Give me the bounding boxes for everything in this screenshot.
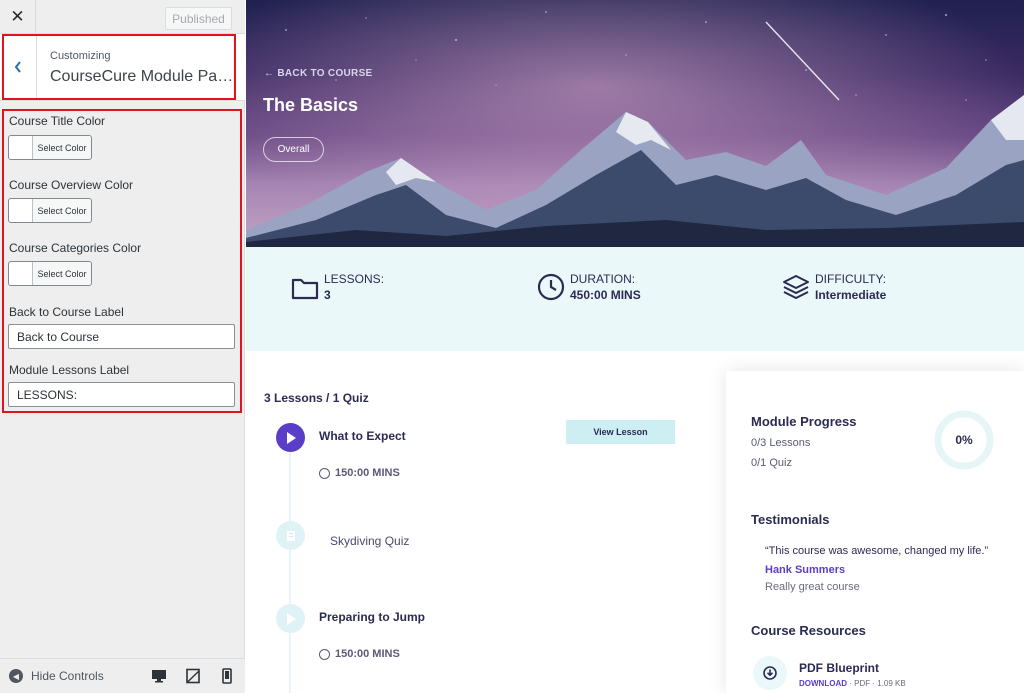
download-icon[interactable] [753, 656, 787, 690]
clock-icon [319, 648, 330, 660]
back-to-course-link[interactable]: ← BACK TO COURSE [264, 68, 373, 79]
module-lessons-label-title: Module Lessons Label [9, 363, 130, 377]
lessons-count: 3 Lessons / 1 Quiz [264, 391, 369, 405]
lesson-play-button[interactable] [276, 604, 305, 633]
tablet-preview-icon[interactable] [185, 668, 201, 684]
stat-duration: DURATION: 450:00 MINS [536, 272, 641, 304]
testimonials-heading: Testimonials [751, 512, 830, 527]
resource-name[interactable]: PDF Blueprint [799, 661, 879, 675]
close-icon: ✕ [10, 7, 25, 26]
resource-file-info: · PDF · 1.09 KB [847, 679, 906, 688]
module-title: The Basics [263, 95, 359, 115]
back-to-course-label-title: Back to Course Label [9, 305, 124, 319]
layers-icon [783, 275, 809, 300]
lesson-duration-value: 150:00 MINS [335, 467, 400, 479]
course-categories-color-picker[interactable]: Select Color [8, 261, 92, 286]
site-preview: ← BACK TO COURSE The Basics Overall LESS… [246, 0, 1024, 693]
published-button[interactable]: Published [165, 7, 232, 30]
quiz-button[interactable] [276, 521, 305, 550]
course-overview-color-label: Course Overview Color [9, 178, 134, 192]
stat-lessons: LESSONS: 3 [290, 272, 384, 304]
section-header: Customizing CourseCure Module Page Setti… [0, 34, 245, 101]
lesson-duration: 150:00 MINS [319, 648, 400, 660]
close-customizer-button[interactable]: ✕ [0, 0, 36, 34]
download-arrow-icon [763, 666, 777, 680]
back-to-course-label-input[interactable] [8, 324, 235, 349]
timeline-line [289, 440, 291, 693]
course-categories-color-label: Course Categories Color [9, 241, 142, 255]
testimonial-role: Really great course [765, 581, 860, 593]
lessons-progress: 0/3 Lessons [751, 437, 811, 449]
resources-heading: Course Resources [751, 623, 866, 638]
progress-percent: 0% [955, 433, 973, 447]
back-to-panels-button[interactable] [0, 34, 37, 100]
lesson-title[interactable]: Preparing to Jump [319, 610, 425, 624]
stat-difficulty-value: Intermediate [815, 288, 887, 302]
quiz-title[interactable]: Skydiving Quiz [330, 534, 409, 548]
testimonial-quote: “This course was awesome, changed my lif… [765, 545, 989, 557]
hide-controls-button[interactable]: ◀ Hide Controls [9, 669, 104, 683]
module-lessons-label-input[interactable] [8, 382, 235, 407]
clock-icon [537, 273, 565, 301]
desktop-preview-icon[interactable] [151, 668, 167, 684]
chevron-left-icon [14, 61, 21, 73]
mountain-night-sky-image [246, 0, 1024, 247]
stat-lessons-value: 3 [324, 288, 331, 302]
color-swatch [9, 136, 33, 159]
clock-icon [319, 467, 330, 479]
folder-icon [291, 278, 319, 300]
module-hero: ← BACK TO COURSE The Basics Overall [246, 0, 1024, 247]
stat-duration-value: 450:00 MINS [570, 288, 641, 302]
resource-download-link[interactable]: DOWNLOAD [799, 679, 847, 688]
quiz-progress: 0/1 Quiz [751, 457, 792, 469]
course-overview-color-picker[interactable]: Select Color [8, 198, 92, 223]
select-color-label: Select Color [33, 136, 91, 159]
select-color-label: Select Color [33, 262, 91, 285]
view-lesson-button[interactable]: View Lesson [566, 420, 675, 444]
customizing-label: Customizing [50, 50, 111, 62]
stat-lessons-label: LESSONS: [324, 272, 385, 286]
customizer-sidebar: ✕ Published Customizing CourseCure Modul… [0, 0, 245, 693]
customizer-footer: ◀ Hide Controls [0, 658, 245, 693]
overall-tab[interactable]: Overall [263, 137, 324, 162]
section-title: CourseCure Module Page Settings [50, 68, 234, 85]
course-title-color-picker[interactable]: Select Color [8, 135, 92, 160]
lesson-play-button[interactable] [276, 423, 305, 452]
resource-meta: DOWNLOAD · PDF · 1.09 KB [799, 679, 906, 688]
color-swatch [9, 199, 33, 222]
play-icon [286, 612, 296, 625]
module-progress-card: Module Progress 0/3 Lessons 0/1 Quiz 0% … [726, 371, 1024, 693]
collapse-icon: ◀ [9, 669, 23, 683]
lesson-title[interactable]: What to Expect [319, 429, 406, 443]
play-icon [286, 431, 296, 444]
module-stats: LESSONS: 3 DURATION: 450:00 MINS DIFFICU… [246, 247, 1024, 351]
lesson-duration: 150:00 MINS [319, 467, 400, 479]
hide-controls-label: Hide Controls [31, 669, 104, 683]
lesson-duration-value: 150:00 MINS [335, 648, 400, 660]
course-title-color-label: Course Title Color [9, 114, 106, 128]
stat-difficulty-label: DIFFICULTY: [815, 272, 887, 286]
color-swatch [9, 262, 33, 285]
quiz-icon [286, 530, 295, 541]
stat-duration-label: DURATION: [570, 272, 636, 286]
select-color-label: Select Color [33, 199, 91, 222]
customizer-top-bar: ✕ Published [0, 0, 245, 34]
stat-difficulty: DIFFICULTY: Intermediate [781, 272, 886, 304]
testimonial-author: Hank Summers [765, 564, 846, 576]
module-progress-heading: Module Progress [751, 414, 857, 429]
mobile-preview-icon[interactable] [219, 668, 235, 684]
